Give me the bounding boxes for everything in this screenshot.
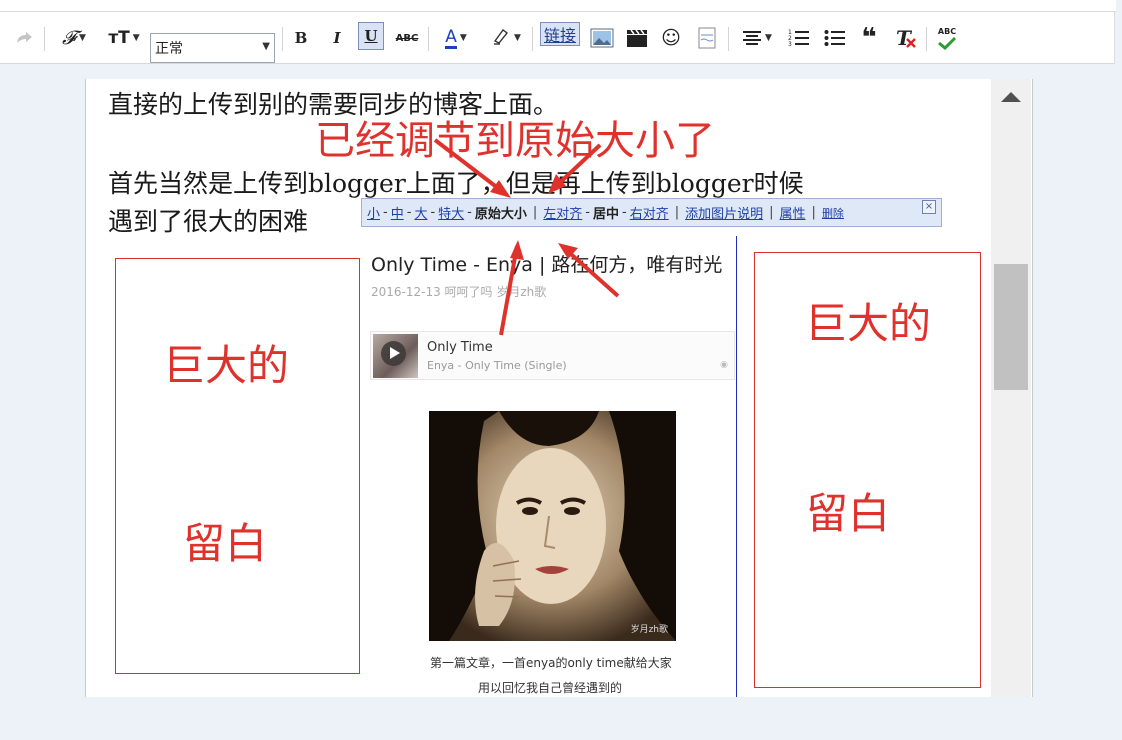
annotation-arrows	[433, 138, 620, 336]
annotation-arrow	[499, 245, 519, 336]
arrow-head-icon	[510, 240, 524, 260]
